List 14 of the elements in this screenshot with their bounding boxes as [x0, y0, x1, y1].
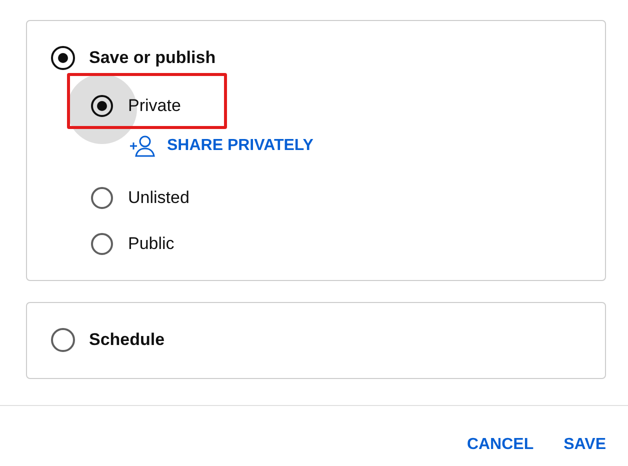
option-label: Private: [128, 96, 181, 116]
save-button[interactable]: SAVE: [556, 428, 614, 462]
option-label: Save or publish: [89, 48, 216, 68]
option-label: Schedule: [89, 330, 165, 350]
radio-button[interactable]: [51, 46, 75, 70]
share-button[interactable]: SHARE PRIVATELY: [129, 129, 314, 163]
radio-button[interactable]: [51, 328, 75, 352]
add-person-icon: [129, 135, 157, 157]
radio-button[interactable]: [91, 95, 113, 117]
cancel-button[interactable]: CANCEL: [458, 428, 542, 462]
option-label: Public: [128, 234, 174, 254]
radio-button[interactable]: [91, 187, 113, 209]
radio-button[interactable]: [91, 233, 113, 255]
option-label: Unlisted: [128, 188, 190, 208]
